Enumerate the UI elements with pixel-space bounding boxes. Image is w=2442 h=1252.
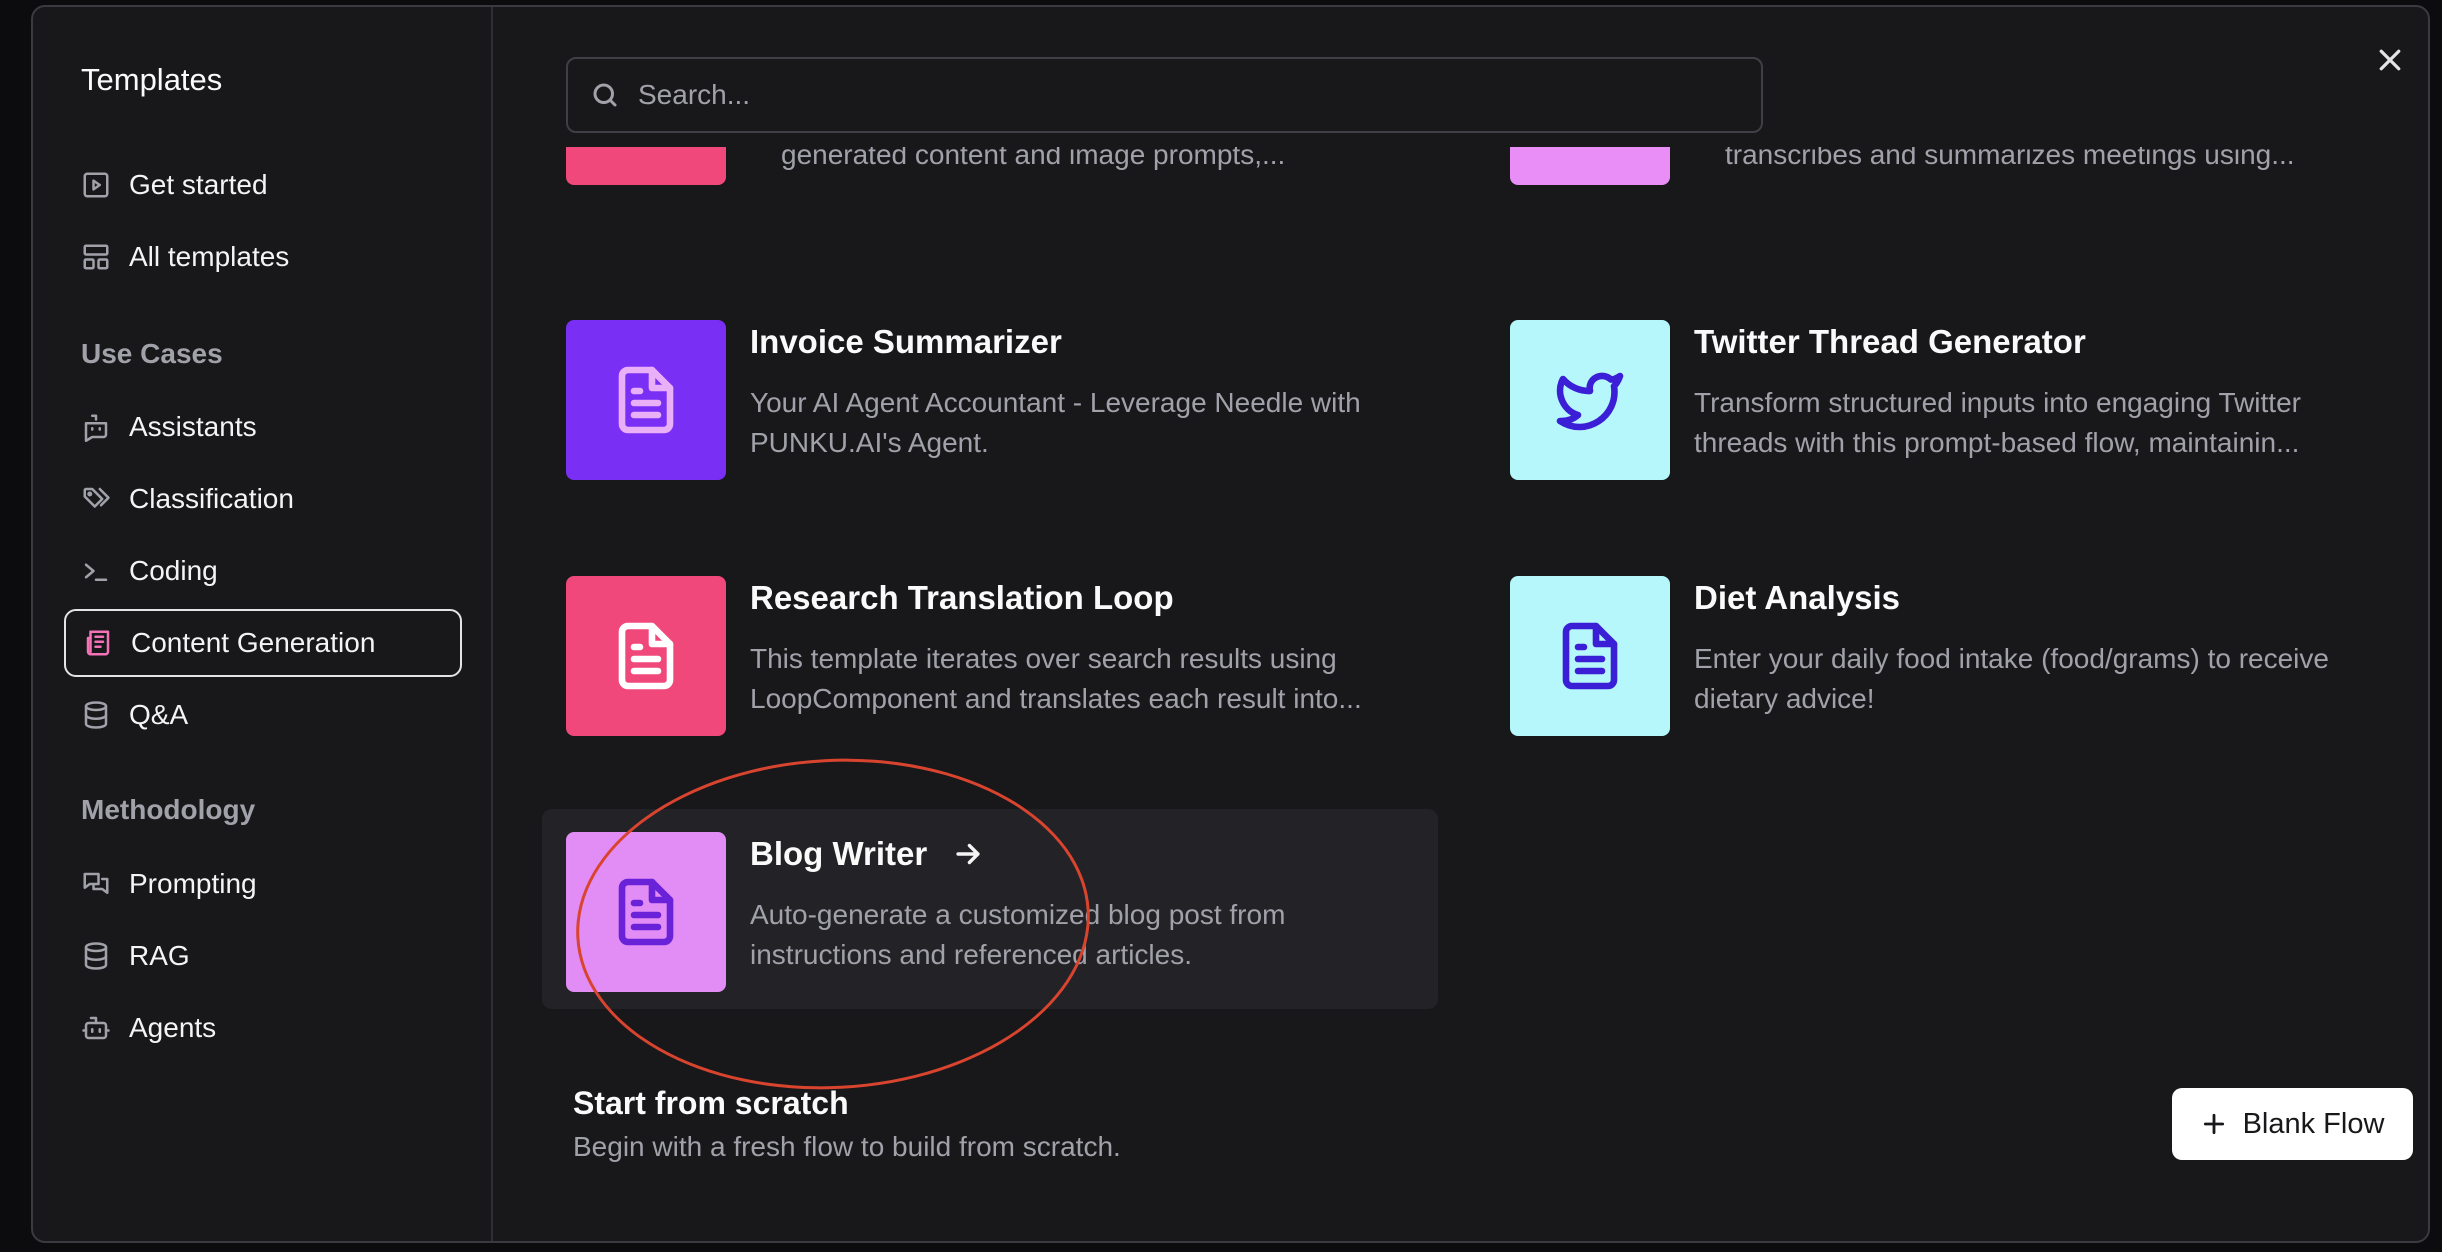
file-text-icon xyxy=(1562,622,1618,690)
file-text-icon xyxy=(618,366,674,434)
terminal-icon xyxy=(81,556,111,586)
sidebar-item-all-templates[interactable]: All templates xyxy=(64,223,462,291)
sidebar-item-label: Agents xyxy=(129,1012,217,1043)
twitter-icon xyxy=(1556,372,1624,431)
sidebar-item-get-started[interactable]: Get started xyxy=(64,151,462,219)
sidebar-item-classification[interactable]: Classification xyxy=(64,465,462,533)
sidebar-item-label: Q&A xyxy=(129,699,189,730)
tags-icon xyxy=(81,484,111,514)
arrow-right-icon xyxy=(951,837,985,871)
template-thumbnail xyxy=(566,832,726,992)
sidebar-item-rag[interactable]: RAG xyxy=(64,922,462,990)
sidebar-item-label: Classification xyxy=(129,483,294,514)
sidebar-title: Templates xyxy=(81,62,223,97)
database-icon xyxy=(81,941,111,971)
template-desc-partial: generated content and image prompts,... xyxy=(781,147,1286,170)
sidebar-item-prompting[interactable]: Prompting xyxy=(64,850,462,918)
template-card-twitter-thread-generator[interactable]: Twitter Thread Generator Transform struc… xyxy=(1486,297,2382,497)
sidebar-item-assistants[interactable]: Assistants xyxy=(64,393,462,461)
template-card-invoice-summarizer[interactable]: Invoice Summarizer Your AI Agent Account… xyxy=(542,297,1438,497)
template-description: Auto-generate a customized blog post fro… xyxy=(750,899,1286,970)
search-input[interactable] xyxy=(636,78,1720,112)
template-thumbnail-partial[interactable] xyxy=(1510,147,1670,185)
close-button[interactable] xyxy=(2366,36,2414,84)
newspaper-icon xyxy=(83,628,113,658)
layout-grid-icon xyxy=(81,242,111,272)
blank-flow-button[interactable]: Blank Flow xyxy=(2172,1088,2413,1160)
sidebar-item-label: Prompting xyxy=(129,868,257,899)
template-thumbnail xyxy=(1510,576,1670,736)
template-grid: generated content and image prompts,... … xyxy=(493,147,2428,1241)
sidebar-item-content-generation[interactable]: Content Generation xyxy=(64,609,462,677)
play-square-icon xyxy=(81,170,111,200)
sidebar-item-label: Coding xyxy=(129,555,218,586)
messages-square-icon xyxy=(81,869,111,899)
template-title: Blog Writer xyxy=(750,835,985,873)
search-bar[interactable] xyxy=(566,57,1763,133)
file-text-icon xyxy=(618,878,674,946)
search-icon xyxy=(593,83,617,107)
template-description: Transform structured inputs into engagin… xyxy=(1694,387,2301,458)
sidebar-item-label: Get started xyxy=(129,169,268,200)
sidebar-item-label: All templates xyxy=(129,241,290,272)
template-thumbnail xyxy=(566,576,726,736)
template-description: Your AI Agent Accountant - Leverage Need… xyxy=(750,387,1361,458)
template-description: This template iterates over search resul… xyxy=(750,643,1362,714)
sidebar-item-label: RAG xyxy=(129,940,190,971)
sidebar-item-qa[interactable]: Q&A xyxy=(64,681,462,749)
template-title: Invoice Summarizer xyxy=(750,323,1062,360)
plus-icon xyxy=(2203,1113,2224,1135)
sidebar-item-label: Content Generation xyxy=(131,627,376,658)
template-description: Enter your daily food intake (food/grams… xyxy=(1694,643,2329,714)
sidebar-item-label: Assistants xyxy=(129,411,257,442)
template-thumbnail-partial[interactable] xyxy=(566,147,726,185)
sidebar-item-agents[interactable]: Agents xyxy=(64,994,462,1062)
start-from-scratch-description: Begin with a fresh flow to build from sc… xyxy=(573,1131,1121,1162)
template-thumbnail xyxy=(1510,320,1670,480)
sidebar: Templates Get started All templates Use … xyxy=(33,7,493,1241)
template-title-text: Blog Writer xyxy=(750,835,928,872)
use-cases-heading: Use Cases xyxy=(81,338,223,369)
close-icon xyxy=(2379,49,2401,71)
template-card-diet-analysis[interactable]: Diet Analysis Enter your daily food inta… xyxy=(1486,553,2382,753)
template-title: Twitter Thread Generator xyxy=(1694,323,2086,360)
bot-message-icon xyxy=(81,412,111,442)
methodology-heading: Methodology xyxy=(81,794,256,825)
templates-modal: Templates Get started All templates Use … xyxy=(31,5,2430,1243)
start-from-scratch-title: Start from scratch xyxy=(573,1085,849,1121)
sidebar-item-coding[interactable]: Coding xyxy=(64,537,462,605)
database-icon xyxy=(81,700,111,730)
template-card-blog-writer[interactable]: Blog Writer Auto-generate a customized b… xyxy=(542,809,1438,1009)
file-text-icon xyxy=(618,622,674,690)
template-card-research-translation-loop[interactable]: Research Translation Loop This template … xyxy=(542,553,1438,753)
blank-flow-label: Blank Flow xyxy=(2242,1107,2385,1140)
template-desc-partial: transcribes and summarizes meetings usin… xyxy=(1725,147,2295,170)
template-title: Diet Analysis xyxy=(1694,579,1901,616)
bot-icon xyxy=(81,1013,111,1043)
template-thumbnail xyxy=(566,320,726,480)
template-title: Research Translation Loop xyxy=(750,579,1174,616)
